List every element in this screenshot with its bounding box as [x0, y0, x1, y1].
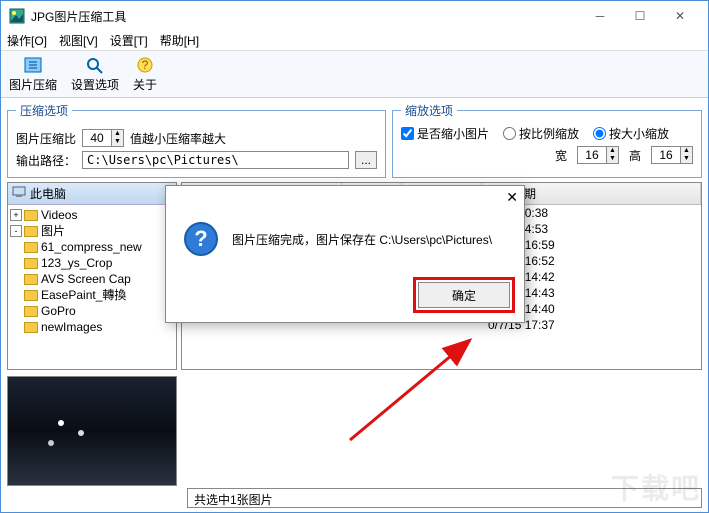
folder-icon [24, 290, 38, 301]
folder-icon [24, 258, 38, 269]
output-path-input[interactable] [82, 151, 349, 169]
tool-options[interactable]: 设置选项 [71, 55, 119, 93]
width-label: 宽 [555, 147, 567, 164]
tree-body[interactable]: +Videos -图片 61_compress_new 123_ys_Crop … [8, 205, 176, 369]
folder-icon [24, 322, 38, 333]
browse-button[interactable]: ... [355, 151, 377, 169]
folder-icon [24, 226, 38, 237]
folder-icon [24, 274, 38, 285]
tree-item[interactable]: EasePaint_轉換 [41, 287, 126, 303]
tree-item[interactable]: Videos [41, 207, 77, 223]
ratio-hint: 值越小压缩率越大 [130, 130, 226, 147]
folder-icon [24, 210, 38, 221]
folder-tree[interactable]: 此电脑 + Videos - 图片 61_compress_new 123_ys_C… [7, 182, 177, 370]
height-label: 高 [629, 147, 641, 164]
compress-legend: 压缩选项 [16, 102, 72, 119]
svg-text:?: ? [142, 58, 149, 72]
help-icon: ? [135, 55, 155, 75]
ratio-input[interactable] [83, 130, 111, 146]
tool-about-label: 关于 [133, 76, 157, 93]
minimize-button[interactable]: ─ [580, 2, 620, 30]
tool-compress-label: 图片压缩 [9, 76, 57, 93]
menu-setting[interactable]: 设置[T] [110, 32, 148, 49]
message-dialog: ✕ ? 图片压缩完成，图片保存在 C:\Users\pc\Pictures\ 确… [165, 185, 525, 323]
close-button[interactable]: ✕ [660, 2, 700, 30]
output-label: 输出路径： [16, 152, 76, 169]
tree-root-label: 此电脑 [30, 185, 66, 202]
width-input[interactable] [578, 147, 606, 163]
computer-icon [12, 186, 26, 201]
height-spinner[interactable]: ▲▼ [651, 146, 693, 164]
titlebar: JPG图片压缩工具 ─ ☐ ✕ [1, 1, 708, 31]
ratio-spinner[interactable]: ▲▼ [82, 129, 124, 147]
scale-by-size[interactable]: 按大小缩放 [593, 125, 669, 142]
maximize-button[interactable]: ☐ [620, 2, 660, 30]
app-icon [9, 8, 25, 24]
scale-size-radio[interactable] [593, 127, 606, 140]
toolbar: 图片压缩 设置选项 ? 关于 [1, 51, 708, 98]
collapse-icon[interactable]: - [10, 225, 22, 237]
tree-item[interactable]: 123_ys_Crop [41, 255, 112, 271]
tool-about[interactable]: ? 关于 [133, 55, 157, 93]
menubar: 操作[O] 视图[V] 设置[T] 帮助[H] [1, 31, 708, 51]
expand-icon[interactable]: + [10, 209, 22, 221]
compress-icon [23, 55, 43, 75]
question-icon: ? [184, 222, 218, 256]
scale-options-panel: 缩放选项 是否缩小图片 按比例缩放 按大小缩放 宽 ▲▼ 高 ▲▼ [392, 102, 702, 178]
tree-item[interactable]: 图片 [41, 223, 65, 239]
folder-icon [24, 306, 38, 317]
scale-enable[interactable]: 是否缩小图片 [401, 125, 489, 142]
scale-enable-checkbox[interactable] [401, 127, 414, 140]
window-title: JPG图片压缩工具 [31, 8, 580, 25]
tree-item[interactable]: 61_compress_new [41, 239, 142, 255]
compress-options-panel: 压缩选项 图片压缩比 ▲▼ 值越小压缩率越大 输出路径： ... [7, 102, 386, 178]
scale-by-ratio[interactable]: 按比例缩放 [503, 125, 579, 142]
dialog-close-button[interactable]: ✕ [506, 189, 518, 206]
tool-options-label: 设置选项 [71, 76, 119, 93]
folder-icon [24, 242, 38, 253]
dialog-titlebar: ✕ [166, 186, 524, 208]
ratio-down[interactable]: ▼ [112, 138, 123, 146]
scale-ratio-radio[interactable] [503, 127, 516, 140]
tool-compress[interactable]: 图片压缩 [9, 55, 57, 93]
dialog-message: 图片压缩完成，图片保存在 C:\Users\pc\Pictures\ [232, 231, 492, 248]
menu-help[interactable]: 帮助[H] [160, 32, 199, 49]
tree-header: 此电脑 [8, 183, 176, 205]
menu-op[interactable]: 操作[O] [7, 32, 47, 49]
ratio-label: 图片压缩比 [16, 130, 76, 147]
height-input[interactable] [652, 147, 680, 163]
magnifier-icon [85, 55, 105, 75]
menu-view[interactable]: 视图[V] [59, 32, 98, 49]
tree-item[interactable]: AVS Screen Cap [41, 271, 131, 287]
image-preview [7, 376, 177, 486]
scale-legend: 缩放选项 [401, 102, 457, 119]
ratio-up[interactable]: ▲ [112, 130, 123, 138]
tree-item[interactable]: GoPro [41, 303, 76, 319]
statusbar: 共选中1张图片 [187, 488, 702, 508]
tree-item[interactable]: newImages [41, 319, 102, 335]
ok-button[interactable]: 确定 [418, 282, 510, 308]
width-spinner[interactable]: ▲▼ [577, 146, 619, 164]
